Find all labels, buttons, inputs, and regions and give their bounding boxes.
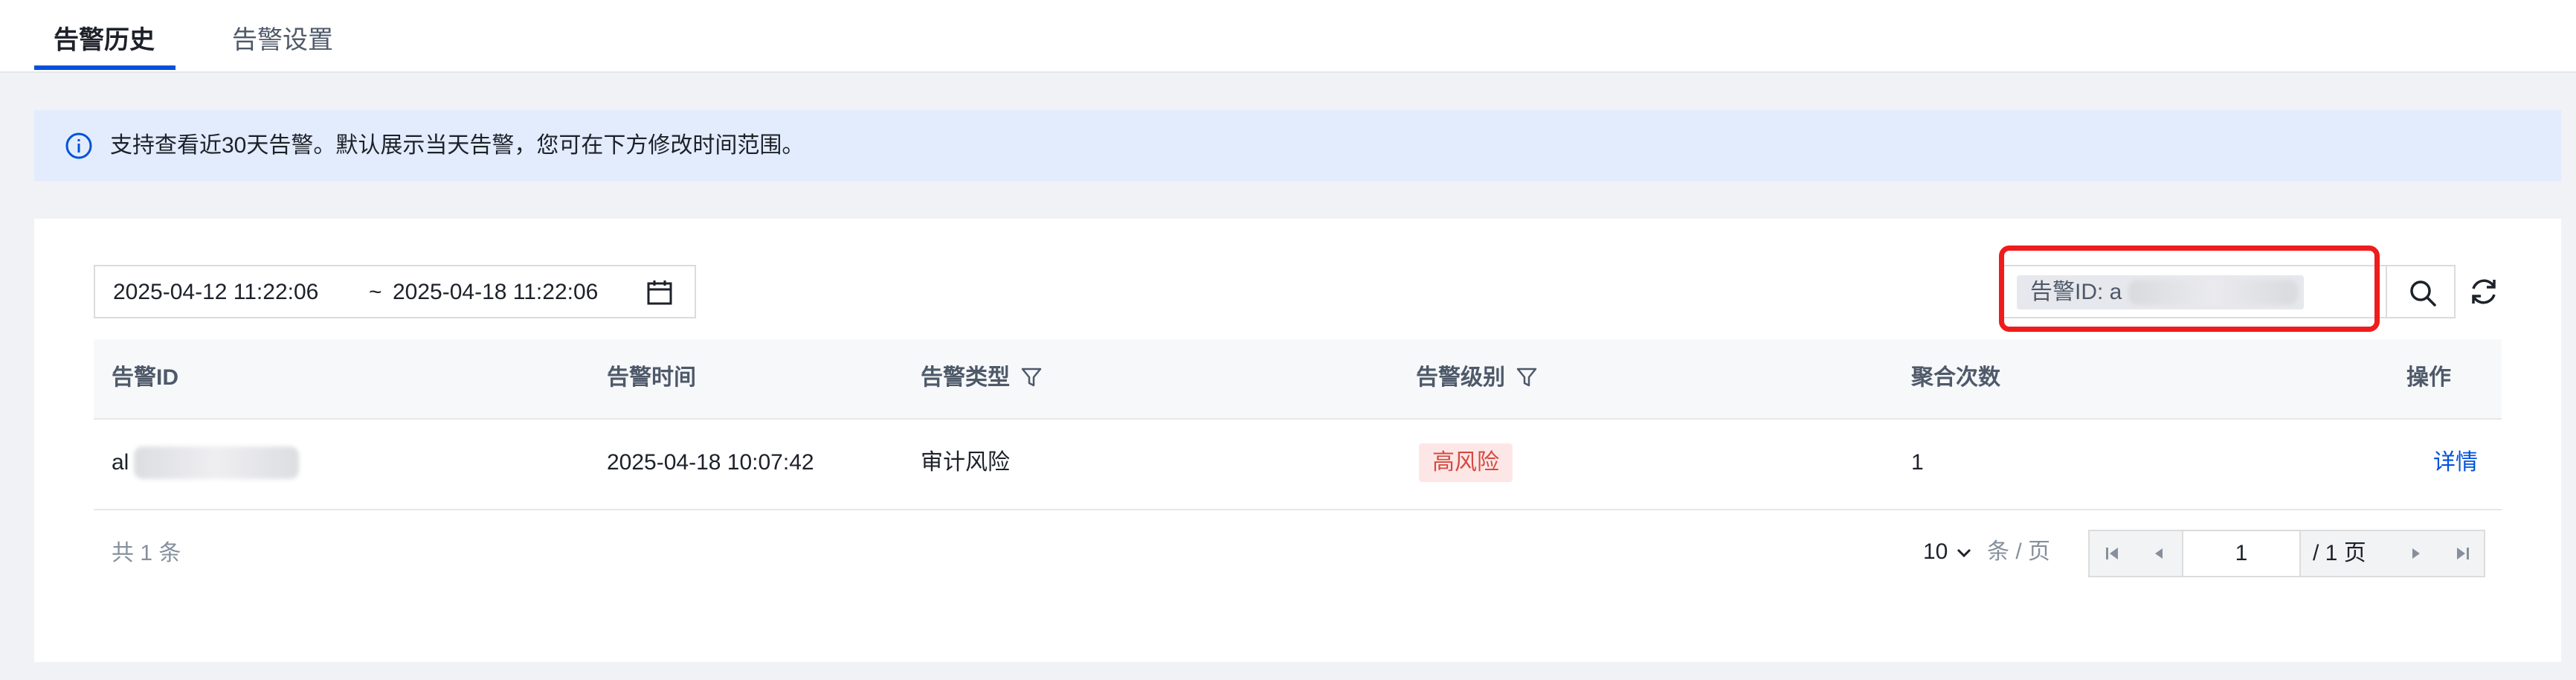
page-number-input[interactable]: 1 <box>2182 531 2301 576</box>
pagination: 1 / 1 页 <box>2088 530 2485 577</box>
column-header-alert-time: 告警时间 <box>607 365 696 390</box>
cell-alert-time: 2025-04-18 10:07:42 <box>607 450 814 475</box>
column-header-alert-level: 告警级别 <box>1416 363 1538 393</box>
column-header-alert-id: 告警ID <box>112 365 178 390</box>
prev-page-icon <box>2155 548 2163 559</box>
refresh-icon[interactable] <box>2466 274 2502 309</box>
search-button[interactable] <box>2386 265 2456 318</box>
info-circle-icon <box>65 132 92 159</box>
cell-aggregate-count: 1 <box>1911 450 1924 475</box>
details-link[interactable]: 详情 <box>2433 448 2478 478</box>
next-page-button[interactable] <box>2393 531 2439 576</box>
cell-alert-type: 审计风险 <box>921 450 1010 475</box>
search-highlight-box <box>1999 246 2380 332</box>
prev-page-button[interactable] <box>2136 531 2182 576</box>
column-header-actions: 操作 <box>2406 365 2451 390</box>
search-icon <box>2410 280 2436 307</box>
total-pages: / 1 页 <box>2313 541 2366 565</box>
last-page-button[interactable] <box>2439 531 2485 576</box>
redacted-alert-id <box>134 446 299 479</box>
notice-banner: 支持查看近30天告警。默认展示当天告警，您可在下方修改时间范围。 <box>34 110 2561 182</box>
date-start[interactable]: 2025-04-12 11:22:06 <box>113 278 318 307</box>
column-header-alert-type: 告警类型 <box>921 363 1043 393</box>
alert-panel: 2025-04-12 11:22:06 ~ 2025-04-18 11:22:0… <box>34 219 2561 662</box>
next-page-icon <box>2412 548 2420 559</box>
date-range-picker[interactable]: 2025-04-12 11:22:06 ~ 2025-04-18 11:22:0… <box>94 265 696 318</box>
top-tab-bar: 告警历史 告警设置 <box>0 0 2576 73</box>
filter-icon[interactable] <box>1516 366 1538 388</box>
notice-text: 支持查看近30天告警。默认展示当天告警，您可在下方修改时间范围。 <box>110 133 805 158</box>
chevron-down-icon[interactable] <box>1954 543 1974 562</box>
active-tab-indicator <box>34 65 176 70</box>
tab-alert-settings[interactable]: 告警设置 <box>232 25 333 55</box>
first-page-icon <box>2106 548 2118 559</box>
date-end[interactable]: 2025-04-18 11:22:06 <box>393 278 598 307</box>
last-page-icon <box>2457 548 2469 559</box>
first-page-button[interactable] <box>2090 531 2136 576</box>
page-size-select[interactable]: 10 <box>1923 537 1948 567</box>
risk-level-badge: 高风险 <box>1419 443 1513 482</box>
table-row: al 2025-04-18 10:07:42 审计风险 高风险 1 详情 <box>94 418 2502 510</box>
table-header: 告警ID 告警时间 告警类型 告警级别 聚合次数 操作 <box>94 339 2502 420</box>
column-header-aggregate-count: 聚合次数 <box>1911 365 2000 390</box>
cell-alert-id: al <box>112 450 129 475</box>
total-count: 共 1 条 <box>112 541 181 565</box>
page-size-unit: 条 / 页 <box>1987 539 2051 564</box>
tab-alert-history[interactable]: 告警历史 <box>54 25 155 55</box>
filter-icon[interactable] <box>1020 366 1043 388</box>
calendar-icon[interactable] <box>645 278 674 307</box>
date-separator: ~ <box>369 280 382 304</box>
